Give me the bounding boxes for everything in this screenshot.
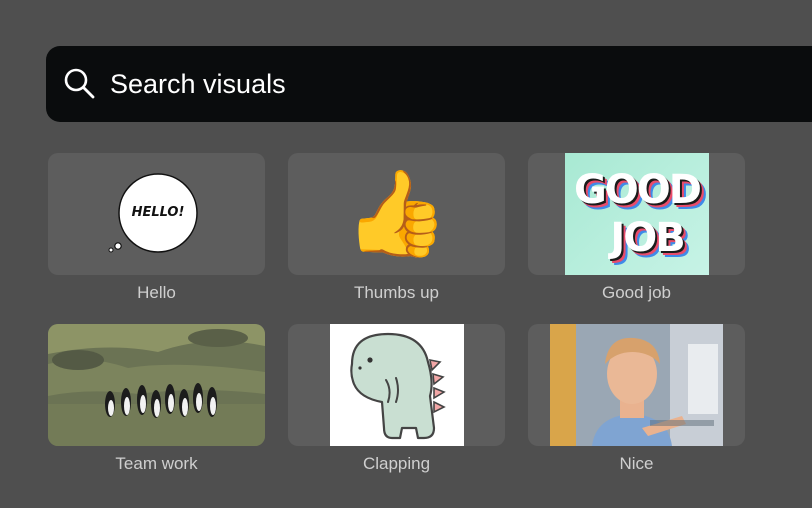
visual-label: Hello: [137, 283, 176, 302]
speech-bubble-text: HELLO!: [131, 205, 185, 220]
visual-tile-clapping[interactable]: [288, 324, 505, 446]
visual-tile-thumbs-up[interactable]: 👍: [288, 153, 505, 275]
dinosaur-image: [330, 324, 464, 446]
visual-label: Thumbs up: [353, 283, 440, 302]
nice-reaction-image: [550, 324, 723, 446]
good-job-line1: GOOD: [573, 167, 702, 213]
visual-label: Nice: [619, 454, 654, 473]
penguins-image: [48, 324, 265, 446]
visual-label: Team work: [115, 454, 198, 473]
good-job-line2: JOB: [610, 215, 685, 261]
visual-tile-team-work[interactable]: [48, 324, 265, 446]
thumbs-up-icon: 👍: [344, 166, 449, 260]
visual-label: Good job: [602, 283, 671, 302]
good-job-image: GOOD JOB: [565, 153, 709, 275]
visual-tile-nice[interactable]: [528, 324, 745, 446]
visual-tile-good-job[interactable]: GOOD JOB: [528, 153, 745, 275]
search-input[interactable]: [108, 60, 712, 108]
visual-tile-hello[interactable]: HELLO!: [48, 153, 265, 275]
visual-label: Clapping: [362, 454, 431, 473]
search-icon: [64, 68, 95, 99]
